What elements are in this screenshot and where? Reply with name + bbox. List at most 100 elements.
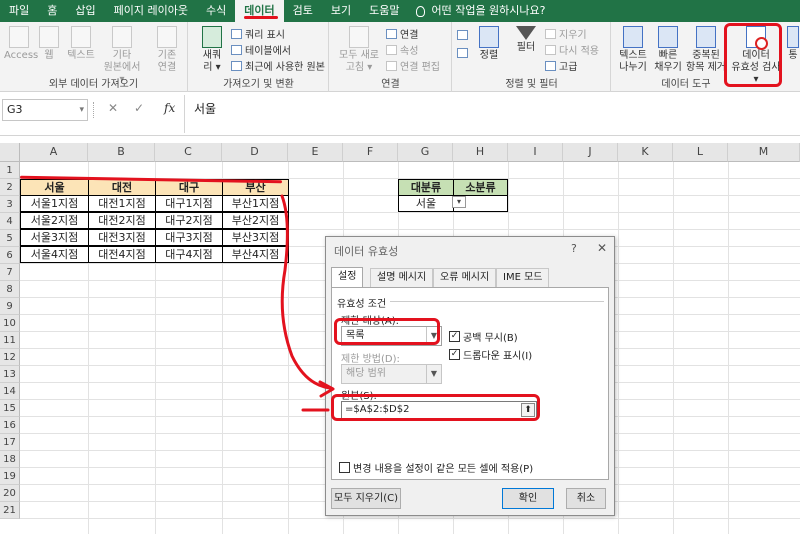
row-header-2[interactable]: 2 xyxy=(0,179,20,196)
sort-za-button[interactable] xyxy=(457,48,471,58)
clear-filter-button[interactable]: 지우기 xyxy=(545,26,587,41)
remove-duplicates-button[interactable]: 중복된 항목 제거 xyxy=(684,26,728,74)
table-cell[interactable]: 서울3지점 xyxy=(20,229,89,246)
tab-view[interactable]: 보기 xyxy=(322,0,360,22)
tab-ime-mode[interactable]: IME 모드 xyxy=(496,268,550,287)
table-cell[interactable]: 부산4지점 xyxy=(222,246,289,263)
row-header-13[interactable]: 13 xyxy=(0,366,20,383)
tab-file[interactable]: 파일 xyxy=(0,0,38,22)
tab-page-layout[interactable]: 페이지 레이아웃 xyxy=(105,0,197,22)
row-header-12[interactable]: 12 xyxy=(0,349,20,366)
table-cell[interactable]: 서울1지점 xyxy=(20,195,89,212)
tell-me-search[interactable]: 어떤 작업을 원하시나요? xyxy=(408,0,546,22)
help-icon[interactable]: ? xyxy=(571,242,577,255)
col-header-g[interactable]: G xyxy=(398,143,453,162)
tab-formulas[interactable]: 수식 xyxy=(197,0,235,22)
enter-check-icon[interactable]: ✓ xyxy=(134,101,144,115)
from-table-button[interactable]: 테이블에서 xyxy=(231,42,291,57)
tab-review[interactable]: 검토 xyxy=(284,0,322,22)
table-cell[interactable]: 대구1지점 xyxy=(155,195,223,212)
category-major-header[interactable]: 대분류 xyxy=(398,179,454,196)
insert-function-icon[interactable]: fx xyxy=(164,101,175,115)
data-select[interactable]: 해당 범위 ▼ xyxy=(341,364,442,384)
table-cell[interactable]: 대전1지점 xyxy=(88,195,156,212)
col-header-l[interactable]: L xyxy=(673,143,728,162)
tab-error-alert[interactable]: 오류 메시지 xyxy=(433,268,497,287)
col-header-f[interactable]: F xyxy=(343,143,398,162)
table-cell[interactable]: 대구4지점 xyxy=(155,246,223,263)
tab-input-message[interactable]: 설명 메시지 xyxy=(370,268,434,287)
filter-button[interactable]: 필터 xyxy=(511,26,541,54)
connections-button[interactable]: 연결 xyxy=(386,26,418,41)
cancel-icon[interactable]: ✕ xyxy=(108,101,118,115)
web-button[interactable]: 웹 xyxy=(38,26,60,62)
edit-links-button[interactable]: 연결 편집 xyxy=(386,58,440,73)
table-cell[interactable]: 대구2지점 xyxy=(155,212,223,229)
tab-help[interactable]: 도움말 xyxy=(360,0,408,22)
row-header-18[interactable]: 18 xyxy=(0,451,20,468)
row-header-4[interactable]: 4 xyxy=(0,213,20,230)
row-header-9[interactable]: 9 xyxy=(0,298,20,315)
table-cell[interactable]: 대전3지점 xyxy=(88,229,156,246)
cell-dropdown-arrow-icon[interactable]: ▾ xyxy=(452,196,466,208)
advanced-filter-button[interactable]: 고급 xyxy=(545,58,577,73)
table-cell[interactable]: 대구3지점 xyxy=(155,229,223,246)
row-header-10[interactable]: 10 xyxy=(0,315,20,332)
row-header-17[interactable]: 17 xyxy=(0,434,20,451)
row-header-5[interactable]: 5 xyxy=(0,230,20,247)
table-header-cell[interactable]: 대전 xyxy=(88,179,156,196)
col-header-b[interactable]: B xyxy=(88,143,155,162)
ignore-blank-checkbox[interactable]: ✓ 공백 무시(B) xyxy=(449,329,518,344)
row-header-19[interactable]: 19 xyxy=(0,468,20,485)
col-header-j[interactable]: J xyxy=(563,143,618,162)
category-minor-header[interactable]: 소분류 xyxy=(453,179,508,196)
text-to-columns-button[interactable]: 텍스트 나누기 xyxy=(616,26,650,74)
table-cell[interactable]: 서울4지점 xyxy=(20,246,89,263)
table-cell[interactable]: 대전2지점 xyxy=(88,212,156,229)
cancel-button[interactable]: 취소 xyxy=(566,488,606,509)
recent-sources-button[interactable]: 최근에 사용한 원본 xyxy=(231,58,325,73)
row-header-20[interactable]: 20 xyxy=(0,485,20,502)
table-header-cell[interactable]: 서울 xyxy=(20,179,89,196)
row-header-1[interactable]: 1 xyxy=(0,162,20,179)
sort-button[interactable]: 정렬 xyxy=(475,26,503,62)
row-header-21[interactable]: 21 xyxy=(0,502,20,519)
formula-input[interactable]: 서울 xyxy=(194,100,216,117)
col-header-a[interactable]: A xyxy=(20,143,88,162)
col-header-i[interactable]: I xyxy=(508,143,563,162)
apply-all-checkbox[interactable]: 변경 내용을 설정이 같은 모든 셀에 적용(P) xyxy=(339,460,533,475)
col-header-k[interactable]: K xyxy=(618,143,673,162)
select-all-corner[interactable] xyxy=(0,143,20,162)
in-cell-dropdown-checkbox[interactable]: ✓ 드롭다운 표시(I) xyxy=(449,347,532,362)
refresh-all-button[interactable]: 모두 새로 고침 ▾ xyxy=(336,26,382,74)
table-cell[interactable]: 부산1지점 xyxy=(222,195,289,212)
tab-home[interactable]: 홈 xyxy=(38,0,66,22)
properties-button[interactable]: 속성 xyxy=(386,42,418,57)
table-cell[interactable]: 부산3지점 xyxy=(222,229,289,246)
row-header-8[interactable]: 8 xyxy=(0,281,20,298)
show-queries-button[interactable]: 쿼리 표시 xyxy=(231,26,285,41)
row-header-7[interactable]: 7 xyxy=(0,264,20,281)
category-major-cell[interactable]: 서울 xyxy=(398,195,454,212)
sort-az-button[interactable] xyxy=(457,30,471,40)
row-header-3[interactable]: 3 xyxy=(0,196,20,213)
table-cell[interactable]: 부산2지점 xyxy=(222,212,289,229)
col-header-h[interactable]: H xyxy=(453,143,508,162)
col-header-c[interactable]: C xyxy=(155,143,222,162)
row-header-14[interactable]: 14 xyxy=(0,383,20,400)
reapply-button[interactable]: 다시 적용 xyxy=(545,42,599,57)
consolidate-button[interactable]: 통 xyxy=(786,26,800,62)
table-cell[interactable]: 대전4지점 xyxy=(88,246,156,263)
tab-settings[interactable]: 설정 xyxy=(331,267,364,288)
row-header-11[interactable]: 11 xyxy=(0,332,20,349)
access-button[interactable]: Access xyxy=(4,26,38,62)
tab-insert[interactable]: 삽입 xyxy=(66,0,104,22)
col-header-m[interactable]: M xyxy=(728,143,800,162)
name-box[interactable]: G3 xyxy=(2,99,88,121)
flash-fill-button[interactable]: 빠른 채우기 xyxy=(652,26,684,74)
text-button[interactable]: 텍스트 xyxy=(64,26,98,62)
col-header-d[interactable]: D xyxy=(222,143,288,162)
ok-button[interactable]: 확인 xyxy=(502,488,554,509)
clear-all-button[interactable]: 모두 지우기(C) xyxy=(331,488,401,509)
row-header-16[interactable]: 16 xyxy=(0,417,20,434)
